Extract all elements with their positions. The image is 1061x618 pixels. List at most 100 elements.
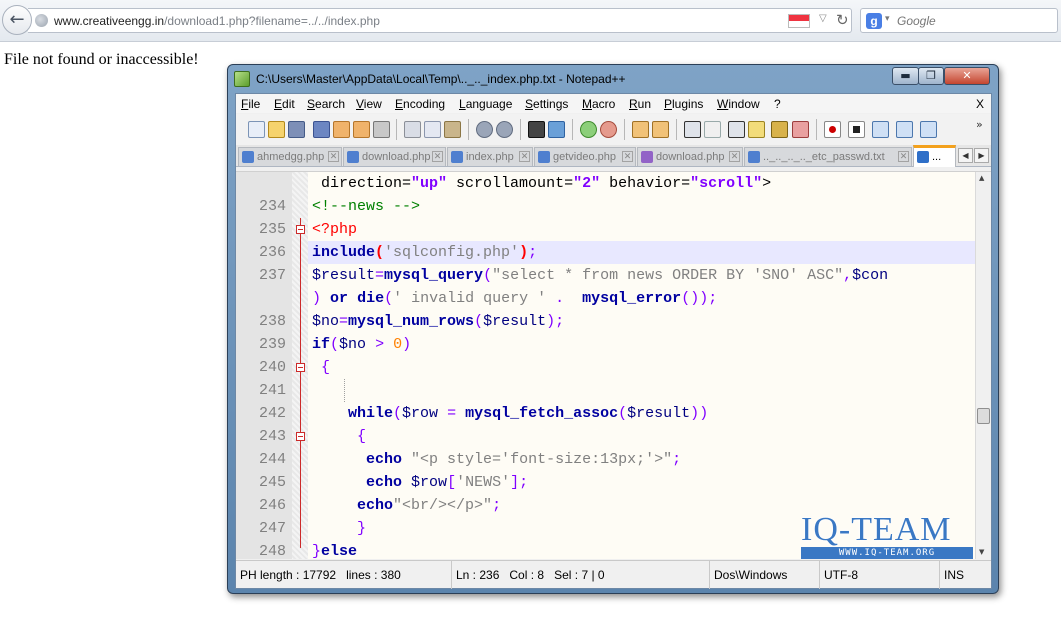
tab-close-icon[interactable]: ✕ (622, 151, 633, 162)
title-bar[interactable]: C:\Users\Master\AppData\Local\Temp\.._..… (228, 65, 998, 93)
code-line[interactable]: $no=mysql_num_rows($result); (312, 310, 991, 333)
menu-close-button[interactable]: X (976, 97, 984, 111)
print-icon[interactable] (373, 121, 390, 138)
google-icon[interactable]: g (866, 13, 882, 29)
line-number: 236 (258, 244, 286, 261)
reload-icon[interactable]: ↻ (836, 11, 849, 29)
back-button[interactable]: ← (2, 5, 32, 35)
flag-icon[interactable] (788, 14, 810, 28)
menu-window[interactable]: Window (717, 97, 760, 111)
minimize-button[interactable]: ▬ (892, 67, 919, 85)
zoom-in-icon[interactable] (580, 121, 597, 138)
cut-icon[interactable] (404, 121, 421, 138)
code-line[interactable]: echo "<p style='font-size:13px;'>"; (312, 448, 991, 471)
save-macro-icon[interactable] (920, 121, 937, 138)
code-line[interactable]: { (312, 356, 991, 379)
sync-vertical-icon[interactable] (632, 121, 649, 138)
code-line[interactable]: <!--news --> (312, 195, 991, 218)
menu-view[interactable]: View (356, 97, 382, 111)
code-line[interactable]: echo $row['NEWS']; (312, 471, 991, 494)
menu-encoding[interactable]: Encoding (395, 97, 445, 111)
tab-ahmedgg[interactable]: ahmedgg.php ✕ (238, 147, 342, 166)
tab-scroll-left-icon[interactable]: ◀ (958, 148, 973, 163)
tab-getvideo[interactable]: getvideo.php ✕ (534, 147, 636, 166)
status-eol: Dos\Windows (710, 561, 820, 589)
toolbar-separator (468, 119, 469, 140)
tab-close-icon[interactable]: ✕ (729, 151, 740, 162)
show-all-characters-icon[interactable] (704, 121, 721, 138)
tab-download[interactable]: download.php ✕ (343, 147, 446, 166)
maximize-button[interactable]: ❐ (918, 67, 944, 85)
code-line[interactable]: direction="up" scrollamount="2" behavior… (312, 172, 991, 195)
close-all-icon[interactable] (353, 121, 370, 138)
fold-toggle-icon[interactable] (296, 432, 305, 441)
open-file-icon[interactable] (268, 121, 285, 138)
search-box[interactable]: g ▾ Google (860, 8, 1058, 33)
code-line[interactable] (312, 379, 991, 402)
playback-icon[interactable] (872, 121, 889, 138)
save-icon[interactable] (288, 121, 305, 138)
new-file-icon[interactable] (248, 121, 265, 138)
status-length: PH length : 17792 lines : 380 (236, 561, 452, 589)
menu-plugins[interactable]: Plugins (664, 97, 703, 111)
sync-horizontal-icon[interactable] (652, 121, 669, 138)
save-all-icon[interactable] (313, 121, 330, 138)
scrollbar-thumb[interactable] (977, 408, 990, 424)
record-macro-icon[interactable] (824, 121, 841, 138)
url-text[interactable]: www.creativeengg.in/download1.php?filena… (54, 14, 380, 28)
tab-close-icon[interactable]: ✕ (898, 151, 909, 162)
scroll-up-icon[interactable]: ▲ (979, 174, 984, 182)
undo-icon[interactable] (476, 121, 493, 138)
user-language-icon[interactable] (748, 121, 765, 138)
scroll-down-icon[interactable]: ▼ (979, 548, 984, 556)
url-bar[interactable]: www.creativeengg.in/download1.php?filena… (28, 8, 852, 33)
tab-close-icon[interactable]: ✕ (328, 151, 339, 162)
menu-settings[interactable]: Settings (525, 97, 568, 111)
menu-help[interactable]: ? (774, 97, 781, 111)
tab-index[interactable]: index.php ✕ (447, 147, 533, 166)
fold-toggle-icon[interactable] (296, 363, 305, 372)
menu-macro[interactable]: Macro (582, 97, 615, 111)
vertical-scrollbar[interactable]: ▲ ▼ (975, 172, 991, 559)
tab-etc-passwd[interactable]: .._.._.._.._etc_passwd.txt ✕ (744, 147, 912, 166)
toolbar-overflow-icon[interactable]: » (976, 118, 983, 131)
search-engine-dropdown-icon[interactable]: ▾ (885, 13, 890, 24)
menu-language[interactable]: Language (459, 97, 512, 111)
replace-icon[interactable] (548, 121, 565, 138)
code-line[interactable]: { (312, 425, 991, 448)
close-button[interactable]: ✕ (944, 67, 990, 85)
tab-download-modified[interactable]: download.php ✕ (637, 147, 743, 166)
copy-icon[interactable] (424, 121, 441, 138)
run-multiple-icon[interactable] (896, 121, 913, 138)
tab-close-icon[interactable]: ✕ (519, 151, 530, 162)
zoom-out-icon[interactable] (600, 121, 617, 138)
tab-index-php-txt-active[interactable]: ... (913, 145, 956, 167)
indent-guide-icon[interactable] (728, 121, 745, 138)
tab-scroll-right-icon[interactable]: ▶ (974, 148, 989, 163)
close-file-icon[interactable] (333, 121, 350, 138)
function-list-icon[interactable] (792, 121, 809, 138)
code-line[interactable]: <?php (312, 218, 991, 241)
tab-close-icon[interactable]: ✕ (432, 151, 443, 162)
status-bar: PH length : 17792 lines : 380 Ln : 236 C… (236, 560, 991, 589)
code-line[interactable]: include('sqlconfig.php'); (312, 241, 991, 264)
menu-edit[interactable]: Edit (274, 97, 295, 111)
code-line[interactable]: if($no > 0) (312, 333, 991, 356)
stop-recording-icon[interactable] (848, 121, 865, 138)
menu-run[interactable]: Run (629, 97, 651, 111)
url-dropdown-icon[interactable]: ▽ (819, 13, 827, 24)
notepad-app-icon[interactable] (234, 71, 250, 87)
code-line[interactable]: ) or die(' invalid query ' . mysql_error… (312, 287, 991, 310)
fold-toggle-icon[interactable] (296, 225, 305, 234)
code-line[interactable]: $result=mysql_query("select * from news … (312, 264, 991, 287)
code-line[interactable]: while($row = mysql_fetch_assoc($result)) (312, 402, 991, 425)
document-map-icon[interactable] (771, 121, 788, 138)
find-icon[interactable] (528, 121, 545, 138)
word-wrap-icon[interactable] (684, 121, 701, 138)
code-editor[interactable]: 234 235 236 237 238 239 240 241 242 243 … (236, 171, 991, 559)
redo-icon[interactable] (496, 121, 513, 138)
paste-icon[interactable] (444, 121, 461, 138)
menu-file[interactable]: File (241, 97, 260, 111)
line-number (236, 172, 286, 195)
menu-search[interactable]: Search (307, 97, 345, 111)
